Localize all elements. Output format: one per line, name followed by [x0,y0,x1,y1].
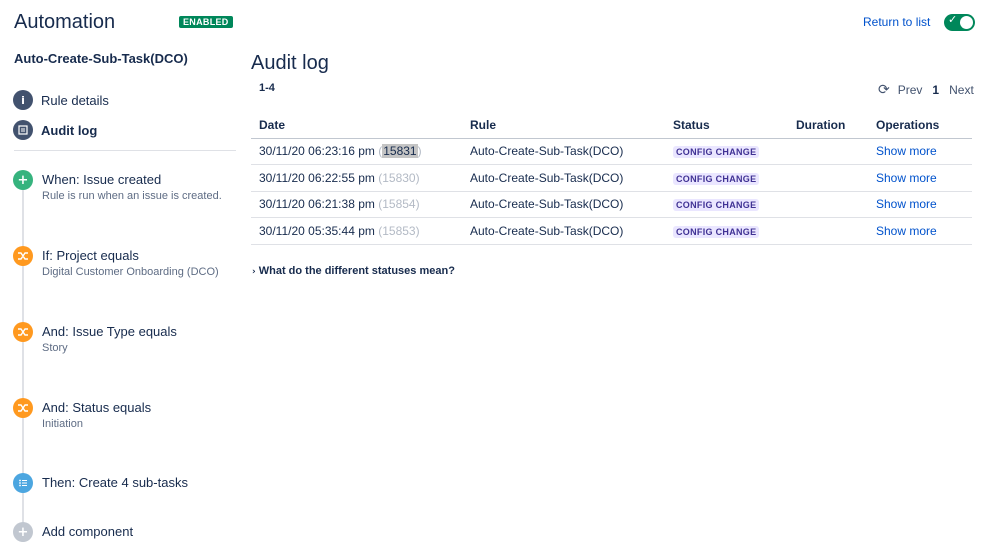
rule-cell: Auto-Create-Sub-Task(DCO) [462,191,665,218]
date-cell: 30/11/20 06:23:16 pm (15831) [251,138,462,165]
execution-id: 15853 [382,223,416,238]
table-row: 30/11/20 06:22:55 pm (15830) Auto-Create… [251,164,972,192]
rule-name: Auto-Create-Sub-Task(DCO) [14,51,188,66]
component-title: And: Status equals [42,400,152,415]
status-cell: CONFIG CHANGE [665,217,788,245]
duration-cell [788,138,868,165]
execution-id: 15831 [382,144,418,159]
column-header-status: Status [665,112,788,139]
nav-audit-log[interactable]: Audit log [13,119,97,141]
next-page-button[interactable]: Next [949,83,974,97]
operations-cell: Show more [868,217,972,245]
sidebar-divider [14,150,236,151]
list-icon [13,120,33,140]
status-cell: CONFIG CHANGE [665,138,788,165]
show-more-link[interactable]: Show more [876,224,937,238]
app-title: Automation [14,11,116,33]
refresh-icon[interactable]: ⟳ [878,82,890,98]
duration-cell [788,217,868,245]
date-value: 30/11/20 05:35:44 pm [259,223,375,238]
show-more-link[interactable]: Show more [876,197,937,211]
rule-cell: Auto-Create-Sub-Task(DCO) [462,164,665,192]
execution-id: 15854 [382,197,416,212]
column-header-date: Date [251,112,462,139]
check-icon: ✓ [948,13,958,26]
list-icon [13,473,33,493]
duration-cell [788,191,868,218]
component-subtitle: Story [42,342,68,354]
component-title: Then: Create 4 sub-tasks [42,475,188,490]
return-to-list-link[interactable]: Return to list [863,15,930,29]
audit-log-table: Date Rule Status Duration Operations 30/… [251,112,972,245]
current-page: 1 [932,83,940,97]
operations-cell: Show more [868,138,972,165]
component-subtitle: Digital Customer Onboarding (DCO) [42,266,219,278]
table-row: 30/11/20 06:21:38 pm (15854) Auto-Create… [251,191,972,218]
rule-cell: Auto-Create-Sub-Task(DCO) [462,217,665,245]
nav-audit-log-label: Audit log [41,122,98,138]
component-title: When: Issue created [42,172,162,187]
show-more-link[interactable]: Show more [876,144,937,158]
show-more-link[interactable]: Show more [876,171,937,185]
plus-icon: + [13,170,33,190]
shuffle-icon [13,246,33,266]
shuffle-icon [13,398,33,418]
status-badge: ENABLED [179,16,233,28]
prev-page-button[interactable]: Prev [898,83,923,97]
statuses-help-label: What do the different statuses mean? [258,265,455,277]
toggle-knob [960,16,973,29]
info-icon: i [13,90,33,110]
chevron-right-icon: › [252,267,256,277]
duration-cell [788,164,868,192]
date-value: 30/11/20 06:23:16 pm [259,144,375,159]
date-cell: 30/11/20 06:22:55 pm (15830) [251,164,462,192]
status-cell: CONFIG CHANGE [665,164,788,192]
pagination: ⟳ Prev 1 Next [878,82,974,98]
nav-rule-details[interactable]: i Rule details [13,89,109,111]
column-header-rule: Rule [462,112,665,139]
plus-icon: + [13,522,33,542]
table-header-row: Date Rule Status Duration Operations [251,112,972,139]
component-subtitle: Rule is run when an issue is created. [42,190,222,202]
status-lozenge: CONFIG CHANGE [673,225,760,238]
add-component-label: Add component [42,524,134,539]
operations-cell: Show more [868,191,972,218]
date-value: 30/11/20 06:21:38 pm [259,197,375,212]
component-title: And: Issue Type equals [42,324,177,339]
component-title: If: Project equals [42,248,139,263]
date-value: 30/11/20 06:22:55 pm [259,170,375,185]
status-lozenge: CONFIG CHANGE [673,172,760,185]
shuffle-icon [13,322,33,342]
column-header-duration: Duration [788,112,868,139]
status-cell: CONFIG CHANGE [665,191,788,218]
date-cell: 30/11/20 06:21:38 pm (15854) [251,191,462,218]
column-header-operations: Operations [868,112,972,139]
nav-rule-details-label: Rule details [41,92,109,108]
date-cell: 30/11/20 05:35:44 pm (15853) [251,217,462,245]
component-subtitle: Initiation [42,418,83,430]
result-range: 1-4 [259,82,275,94]
table-row: 30/11/20 06:23:16 pm (15831) Auto-Create… [251,138,972,165]
operations-cell: Show more [868,164,972,192]
execution-id: 15830 [382,170,416,185]
rule-enabled-toggle[interactable]: ✓ [944,13,975,31]
status-lozenge: CONFIG CHANGE [673,199,760,212]
page-title: Audit log [251,52,329,74]
table-row: 30/11/20 05:35:44 pm (15853) Auto-Create… [251,217,972,245]
rule-cell: Auto-Create-Sub-Task(DCO) [462,138,665,165]
status-lozenge: CONFIG CHANGE [673,146,760,159]
statuses-help-toggle[interactable]: › What do the different statuses mean? [252,265,455,277]
